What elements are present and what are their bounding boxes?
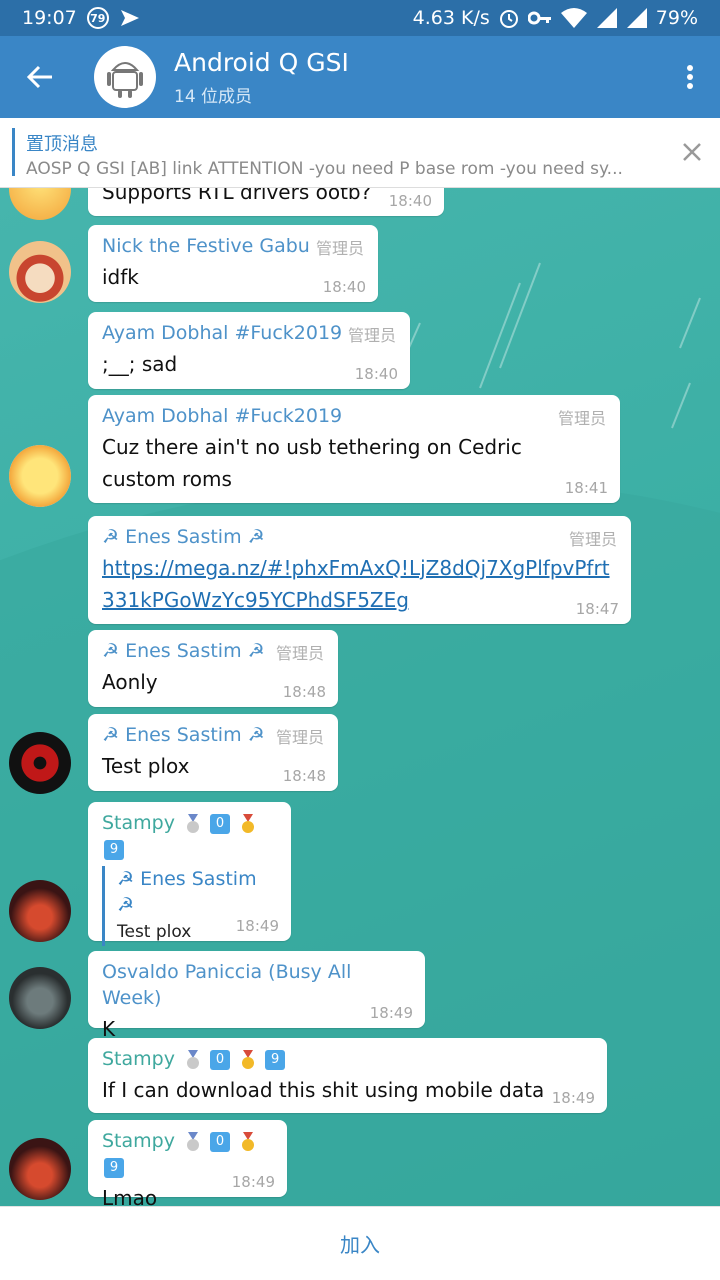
battery-level: 79% — [655, 7, 698, 29]
alarm-icon — [499, 10, 518, 28]
status-time: 19:07 — [22, 7, 77, 29]
message-time: 18:49 — [369, 1004, 413, 1022]
pinned-text: AOSP Q GSI [AB] link ATTENTION -you need… — [26, 159, 623, 179]
message-time: 18:48 — [282, 683, 326, 701]
message-text: If I can download this shit using mobile… — [102, 1078, 545, 1102]
digit-emoji: 9 — [104, 1157, 124, 1178]
message-time: 18:41 — [564, 479, 608, 497]
sender-name: Stampy — [102, 1130, 175, 1152]
member-count: 14 位成员 — [174, 86, 253, 107]
user-avatar[interactable] — [9, 445, 71, 507]
message-sender[interactable]: Ayam Dobhal #Fuck2019 — [102, 403, 606, 429]
join-button[interactable]: 加入 — [340, 1229, 380, 1258]
signal-icon — [596, 8, 617, 28]
close-icon[interactable] — [680, 140, 704, 164]
silver-medal-icon — [187, 813, 200, 833]
message-bubble[interactable]: Ayam Dobhal #Fuck2019 管理员 ;__; sad 18:40 — [88, 312, 410, 389]
group-avatar[interactable] — [94, 46, 156, 108]
status-bar: 19:07 79 4.63 K/s 79% — [0, 0, 720, 36]
message-time: 18:40 — [388, 192, 432, 210]
admin-badge: 管理员 — [557, 409, 606, 428]
digit-emoji: 9 — [104, 839, 124, 860]
chat-area[interactable]: Supports RTL drivers ootb? 18:40 Nick th… — [0, 188, 720, 1206]
message-time: 18:47 — [575, 600, 619, 618]
message-bubble[interactable]: Ayam Dobhal #Fuck2019 管理员 Cuz there ain'… — [88, 395, 620, 503]
more-vertical-icon — [687, 65, 693, 89]
gold-medal-icon — [242, 1131, 255, 1151]
more-options-button[interactable] — [660, 36, 720, 118]
message-bubble[interactable]: Stampy 0 9 If I can download this shit u… — [88, 1038, 607, 1113]
message-sender[interactable]: Stampy 0 9 — [102, 1046, 593, 1072]
sender-name: Stampy — [102, 812, 175, 834]
message-time: 18:49 — [231, 1173, 275, 1191]
message-text: Cuz there ain't no usb tethering on Cedr… — [102, 435, 522, 491]
message-sender[interactable]: ☭ Enes Sastim ☭ — [102, 524, 617, 550]
chat-title[interactable]: Android Q GSI — [174, 48, 349, 78]
admin-badge: 管理员 — [275, 644, 324, 663]
notification-count-badge: 79 — [86, 7, 109, 29]
message-time: 18:49 — [551, 1089, 595, 1107]
user-avatar[interactable] — [9, 967, 71, 1029]
message-time: 18:40 — [322, 278, 366, 296]
gold-medal-icon — [242, 813, 255, 833]
gold-medal-icon — [242, 1049, 255, 1069]
message-bubble[interactable]: Nick the Festive Gabu 管理员 idfk 18:40 — [88, 225, 378, 302]
message-bubble[interactable]: ☭ Enes Sastim ☭ 管理员 https://mega.nz/#!ph… — [88, 516, 631, 624]
reply-sender: ☭ Enes Sastim ☭ — [117, 868, 257, 916]
digit-emoji: 0 — [210, 1049, 231, 1070]
message-sender[interactable]: Stampy 0 9 — [102, 810, 277, 862]
back-arrow-icon — [26, 65, 52, 89]
bottom-bar: 加入 — [0, 1206, 720, 1280]
message-text: Supports RTL drivers ootb? — [102, 188, 372, 204]
user-avatar[interactable] — [9, 732, 71, 794]
message-link[interactable]: https://mega.nz/#!phxFmAxQ!LjZ8dQj7XgPlf… — [102, 552, 617, 616]
admin-badge: 管理员 — [347, 326, 396, 345]
message-time: 18:40 — [354, 365, 398, 383]
message-bubble[interactable]: Stampy 0 9 ☭ Enes Sastim ☭ Test plox Ok … — [88, 802, 291, 976]
admin-badge: 管理员 — [275, 728, 324, 747]
key-icon — [527, 11, 551, 25]
wifi-icon — [560, 8, 587, 28]
digit-emoji: 0 — [210, 1131, 231, 1152]
android-robot-icon — [107, 62, 143, 98]
back-button[interactable] — [0, 36, 80, 118]
send-icon — [120, 10, 139, 26]
app-bar: Android Q GSI 14 位成员 — [0, 36, 720, 118]
network-speed: 4.63 K/s — [412, 7, 490, 29]
admin-badge: 管理员 — [315, 239, 364, 258]
message-bubble[interactable]: Supports RTL drivers ootb? 18:40 — [88, 188, 444, 216]
message-bubble[interactable]: Stampy 0 9 Lmao 18:49 — [88, 1120, 287, 1206]
digit-emoji: 9 — [265, 1049, 286, 1070]
signal-icon-2 — [626, 8, 647, 28]
message-bubble[interactable]: Osvaldo Paniccia (Busy All Week) K 18:49 — [88, 951, 425, 1041]
user-avatar[interactable] — [9, 241, 71, 303]
message-bubble[interactable]: ☭ Enes Sastim ☭ 管理员 Aonly 18:48 — [88, 630, 338, 707]
user-avatar[interactable] — [9, 1138, 71, 1200]
pinned-message[interactable]: 置顶消息 AOSP Q GSI [AB] link ATTENTION -you… — [0, 118, 720, 188]
pinned-indicator — [12, 128, 15, 176]
message-time: 18:49 — [235, 917, 279, 935]
silver-medal-icon — [187, 1049, 200, 1069]
message-bubble[interactable]: ☭ Enes Sastim ☭ 管理员 Test plox 18:48 — [88, 714, 338, 791]
message-time: 18:48 — [282, 767, 326, 785]
silver-medal-icon — [187, 1131, 200, 1151]
pinned-title: 置顶消息 — [26, 134, 98, 155]
sender-name: Stampy — [102, 1048, 175, 1070]
admin-badge: 管理员 — [568, 530, 617, 549]
message-sender[interactable]: Osvaldo Paniccia (Busy All Week) — [102, 959, 411, 1011]
user-avatar[interactable] — [9, 880, 71, 942]
message-text: ;__; sad — [102, 352, 178, 376]
digit-emoji: 0 — [210, 813, 231, 834]
